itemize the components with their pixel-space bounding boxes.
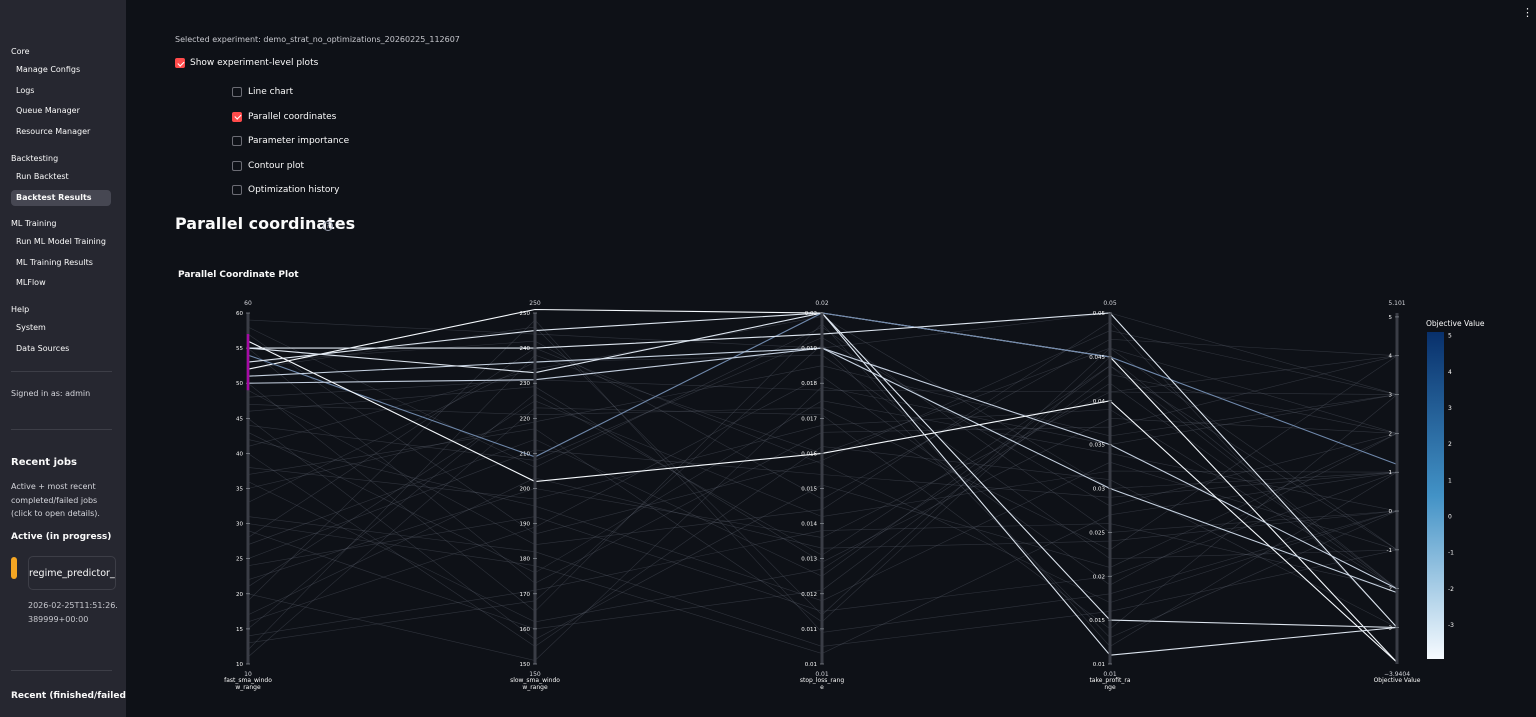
axis-tick-label: 0.014 [801,522,817,528]
axis-tick-label: 210 [520,451,531,457]
axis-tick-label: 60 [236,311,243,317]
colorbar-tick-label: -2 [1448,586,1454,593]
colorbar-tick-label: 2 [1448,441,1452,448]
axis-tick-label: 2 [1389,431,1393,437]
axis-title: fast_sma_windo [224,677,272,684]
axis-top-label: 0.05 [1103,300,1117,307]
axis-tick-label: 0.015 [801,487,817,493]
axis-title: nge [1104,684,1116,691]
axis-tick-label: 25 [236,557,243,563]
axis-tick-label: -3 [1387,625,1393,631]
axis-tick-label: 0.01 [1093,662,1105,668]
axis-tick-label: 230 [520,381,531,387]
axis-tick-label: 150 [520,662,531,668]
axis-tick-label: 0.02 [1093,574,1105,580]
colorbar-tick-label: 3 [1448,405,1452,412]
axis-title: take_profit_ra [1089,677,1130,684]
axis-tick-label: 50 [236,381,243,387]
axis-tick-label: 15 [236,627,243,633]
axis-top-label: 60 [244,300,252,307]
axis-title: e [820,684,824,691]
axis-tick-label: 0.019 [801,346,817,352]
colorbar-title: Objective Value [1426,319,1485,328]
axis-tick-label: 30 [236,522,243,528]
colorbar-bar [1427,332,1444,659]
axis-title: Objective Value [1374,677,1421,684]
axis-slow-sma-window-range: 250 150 slow_sma_window_range 250 240 230 220 2… [510,300,560,691]
axis-tick-label: 1 [1389,470,1393,476]
axis-tick-label: 0.025 [1089,530,1105,536]
axis-tick-label: 0.018 [801,381,817,387]
colorbar-tick-label: -1 [1448,550,1454,557]
axis-tick-label: 10 [236,662,243,668]
axis-tick-label: 240 [520,346,531,352]
axis-title: slow_sma_windo [510,677,560,684]
colorbar-tick-label: 0 [1448,513,1452,520]
axis-tick-label: 45 [236,416,243,422]
axis-tick-label: 190 [520,522,531,528]
axis-tick-label: 4 [1389,354,1393,360]
axis-top-label: 5.101 [1388,300,1405,307]
axis-top-label: 0.02 [815,300,829,307]
axis-tick-label: 5 [1389,315,1393,321]
axis-tick-label: 0.05 [1093,311,1106,317]
parallel-coordinate-plot: 6010fast_sma_window_range605550454035302… [224,300,1485,691]
axis-tick-label: 0.03 [1093,487,1106,493]
colorbar-tick-label: 4 [1448,369,1452,376]
axis-tick-label: 20 [236,592,243,598]
axis-tick-label: 0.013 [801,557,817,563]
axis-tick-label: 0.015 [1089,618,1105,624]
axis-title: stop_loss_rang [800,677,844,684]
axis-title: w_range [235,684,261,691]
axis-tick-label: 0.02 [805,311,817,317]
axis-tick-label: 160 [520,627,531,633]
axis-tick-label: 0.035 [1089,443,1105,449]
axis-tick-label: 200 [520,487,531,493]
colorbar-tick-label: -3 [1448,622,1454,629]
axis-tick-label: 55 [236,346,243,352]
axis-tick-label: 0.04 [1093,399,1106,405]
axis-tick-label: -1 [1387,548,1392,554]
axis-tick-label: 180 [520,557,531,563]
axis-top-label: 250 [529,300,541,307]
axis-tick-label: 0.017 [801,416,817,422]
axis-tick-label: 0.045 [1089,355,1105,361]
axis-tick-label: 35 [236,487,243,493]
colorbar: Objective Value 5 4 3 2 1 0 -1 -2 -3 [1426,319,1485,659]
axis-tick-label: 250 [520,311,531,317]
axis-tick-label: 220 [520,416,531,422]
colorbar-tick-label: 1 [1448,477,1452,484]
axis-tick-label: 40 [236,451,243,457]
axis-tick-label: 0.011 [801,627,817,633]
axis-tick-label: 0.016 [801,451,817,457]
axis-title: w_range [522,684,548,691]
colorbar-tick-label: 5 [1448,333,1452,340]
axis-tick-label: 0.012 [801,592,817,598]
axis-tick-label: 0.01 [805,662,817,668]
axis-tick-label: 170 [520,592,531,598]
axis-tick-label: 0 [1389,509,1393,515]
axis-tick-label: 3 [1389,393,1393,399]
axis-tick-label: -2 [1387,587,1392,593]
